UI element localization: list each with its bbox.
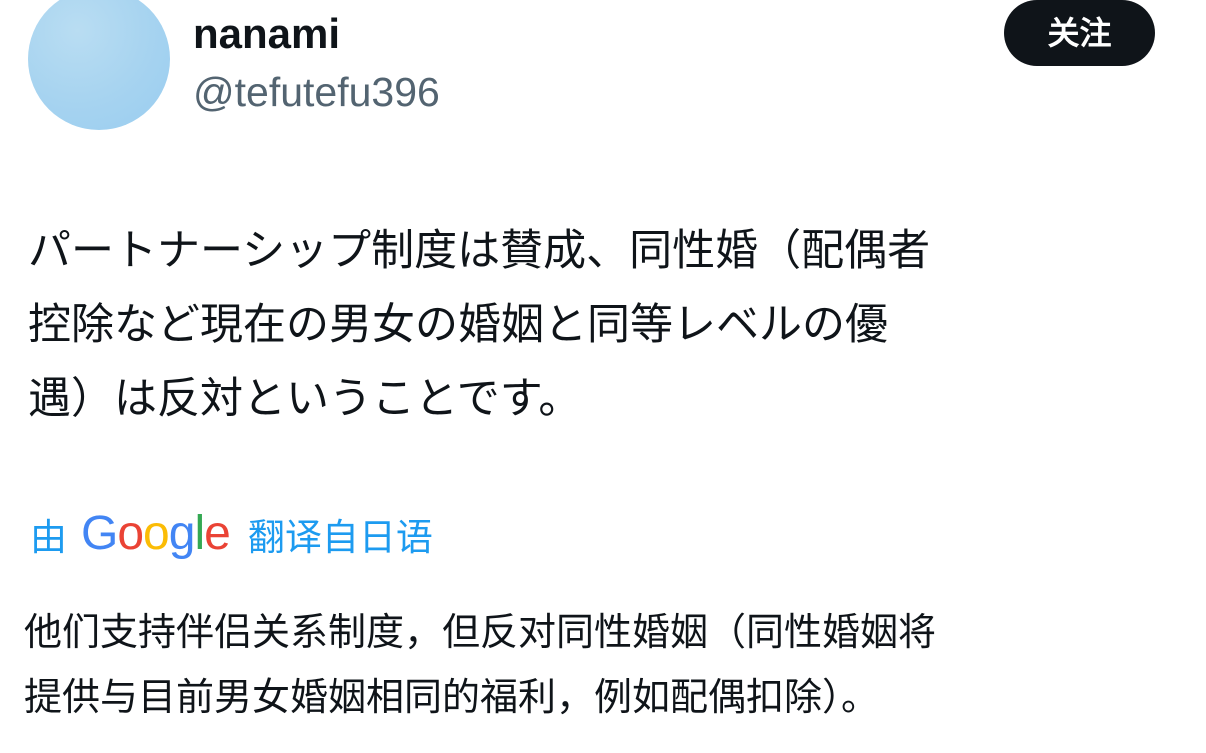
avatar[interactable] [28,0,170,130]
follow-button[interactable]: 关注 [1004,0,1155,66]
translated-by-suffix: 翻译自日语 [247,516,433,559]
translated-by-prefix: 由 [30,516,67,559]
display-name[interactable]: nanami [193,8,340,60]
google-logo: Google [81,507,231,560]
translation-text: 他们支持伴侣关系制度，但反对同性婚姻（同性婚姻将 提供与目前男女婚姻相同的福利，… [24,610,937,719]
user-handle[interactable]: @tefutefu396 [193,66,440,118]
translated-by-link[interactable]: 由 Google 翻译自日语 [30,504,433,564]
tweet-text: パートナーシップ制度は賛成、同性婚（配偶者 控除など現在の男女の婚姻と同等レベル… [28,226,931,424]
